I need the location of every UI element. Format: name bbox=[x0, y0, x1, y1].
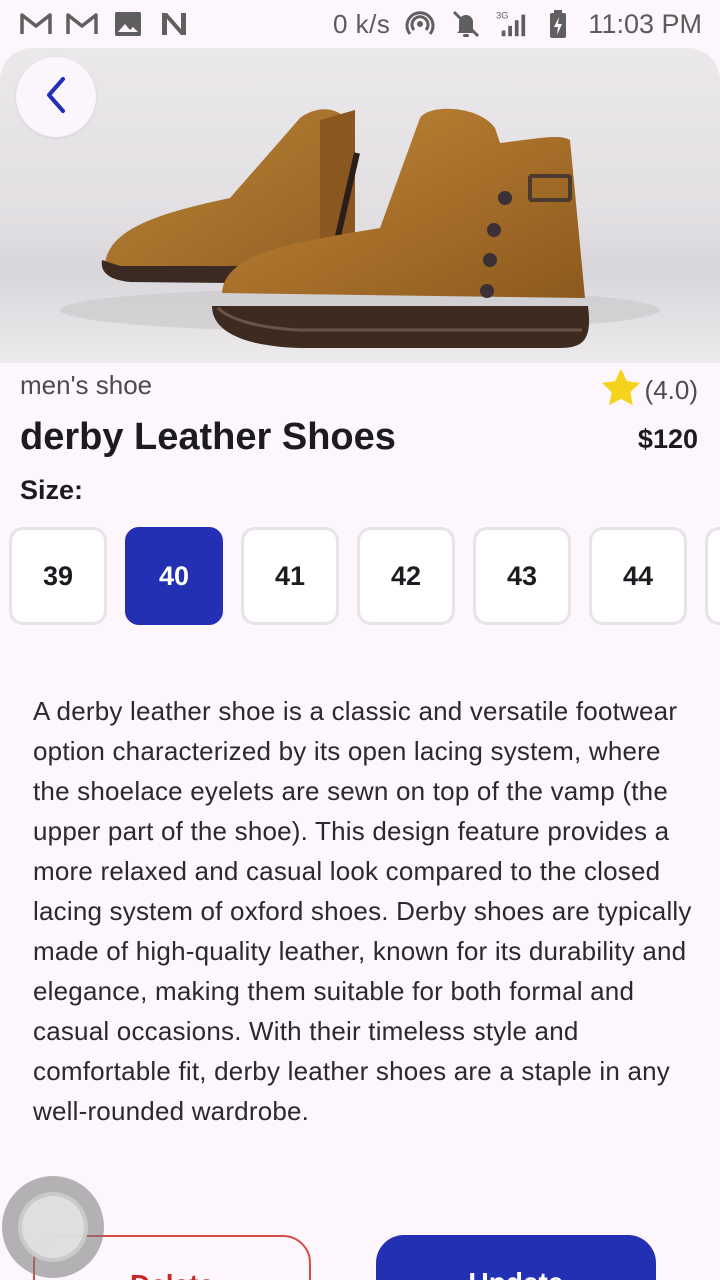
assistive-touch-button[interactable] bbox=[2, 1176, 104, 1278]
n-app-icon bbox=[158, 10, 190, 38]
status-bar: 0 k/s 3G 11:03 PM bbox=[0, 0, 720, 48]
update-button[interactable]: Update bbox=[376, 1235, 656, 1280]
muted-notifications-icon bbox=[450, 10, 482, 38]
back-button[interactable] bbox=[16, 57, 96, 137]
hotspot-icon bbox=[404, 10, 436, 38]
notification-icons bbox=[20, 10, 190, 38]
chevron-left-icon bbox=[41, 75, 71, 120]
gallery-icon bbox=[112, 10, 144, 38]
network-speed: 0 k/s bbox=[333, 8, 391, 39]
size-label: Size: bbox=[20, 475, 84, 505]
battery-charging-icon bbox=[542, 10, 574, 38]
product-image bbox=[0, 48, 720, 363]
product-description: A derby leather shoe is a classic and ve… bbox=[33, 696, 692, 1126]
signal-3g-icon: 3G bbox=[496, 9, 528, 38]
size-option[interactable]: 43 bbox=[473, 527, 571, 625]
gmail-icon bbox=[20, 10, 52, 38]
product-rating: (4.0) bbox=[601, 368, 698, 413]
svg-text:3G: 3G bbox=[496, 9, 509, 20]
size-option-overflow[interactable] bbox=[705, 527, 720, 625]
star-icon bbox=[601, 368, 641, 413]
product-price: $120 bbox=[637, 424, 698, 454]
rating-value: (4.0) bbox=[644, 375, 698, 405]
size-selector: 39 40 41 42 43 44 bbox=[9, 527, 720, 627]
product-detail-screen: 0 k/s 3G 11:03 PM men's shoe (4.0) derby… bbox=[0, 0, 720, 1280]
assistive-touch-inner bbox=[18, 1192, 88, 1262]
size-option-selected[interactable]: 40 bbox=[125, 527, 223, 625]
system-icons: 0 k/s 3G 11:03 PM bbox=[333, 9, 702, 40]
update-button-label: Update bbox=[469, 1267, 564, 1280]
size-option[interactable]: 42 bbox=[357, 527, 455, 625]
size-option[interactable]: 41 bbox=[241, 527, 339, 625]
delete-button-label: Delete bbox=[130, 1269, 214, 1280]
gmail-icon bbox=[66, 10, 98, 38]
size-option[interactable]: 39 bbox=[9, 527, 107, 625]
product-title: derby Leather Shoes bbox=[20, 416, 396, 458]
product-category: men's shoe bbox=[20, 370, 153, 400]
size-option[interactable]: 44 bbox=[589, 527, 687, 625]
clock: 11:03 PM bbox=[588, 8, 702, 39]
